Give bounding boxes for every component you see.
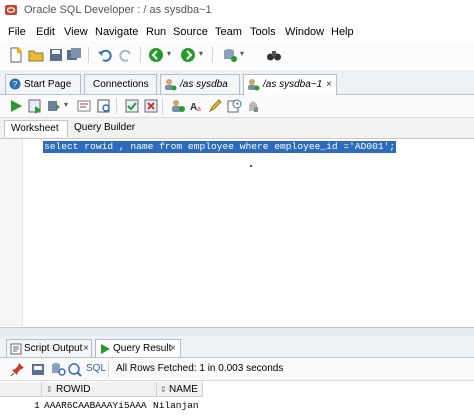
close-icon[interactable]: × [170,340,176,357]
tab-label: /as sysdba [180,79,228,90]
row-number: 1 [34,400,40,411]
save-all-icon[interactable] [66,47,82,63]
debug-icon[interactable] [245,98,261,114]
refresh-data-icon[interactable] [50,361,66,377]
binoculars-icon[interactable] [266,47,282,63]
mouse-cursor [250,165,252,167]
window-title: Oracle SQL Developer : / as sysdba~1 [24,4,212,16]
svg-text:a: a [197,106,201,113]
tab-label: Connections [93,79,149,90]
menu-run[interactable]: Run [146,26,166,38]
menu-file[interactable]: File [8,26,26,38]
cell-name[interactable]: Nilanjan [153,399,199,413]
sql-editor[interactable] [0,139,474,326]
back-icon[interactable] [148,47,164,63]
output-tab-bar: Script Output × Query Result × [0,336,474,358]
row-number-header [0,382,42,397]
menu-edit[interactable]: Edit [36,26,55,38]
clear-pencil-icon[interactable] [207,98,223,114]
play-icon [101,344,110,354]
main-toolbar: ▾ ▾ ▾ [0,42,474,68]
results-toolbar: SQL All Rows Fetched: 1 in 0.003 seconds [0,358,474,381]
explain-plan-icon[interactable] [76,98,92,114]
tab-as-sysdba-1[interactable]: /as sysdba~1 × [243,74,337,95]
column-header-name[interactable]: ⇕ NAME [157,382,203,397]
menu-help[interactable]: Help [331,26,354,38]
menu-navigate[interactable]: Navigate [95,26,138,38]
tab-as-sysdba[interactable]: /as sysdba [160,74,240,94]
chevron-down-icon[interactable]: ▾ [240,49,244,58]
commit-icon[interactable] [124,98,140,114]
db-user-icon [248,79,260,91]
sort-icon[interactable]: ⇕ [160,382,167,397]
toolbar-separator [88,47,89,63]
forward-icon[interactable] [180,47,196,63]
tab-query-result[interactable]: Query Result × [95,339,181,357]
svg-text:?: ? [13,80,18,89]
toolbar-separator [140,47,141,63]
menu-tools[interactable]: Tools [250,26,276,38]
tab-label: Start Page [24,79,72,90]
tab-connections[interactable]: Connections [84,74,157,94]
new-file-icon[interactable] [8,47,24,63]
tab-script-output[interactable]: Script Output × [6,339,92,357]
chevron-down-icon[interactable]: ▾ [167,49,171,58]
run-script-icon[interactable] [27,98,43,114]
menu-view[interactable]: View [64,26,88,38]
tab-label: Script Output [24,343,83,354]
editor-gutter [0,139,23,326]
db-user-icon [165,79,177,91]
sort-icon[interactable]: ⇕ [46,382,53,397]
script-output-icon [10,343,22,355]
worksheet-subtab-bar: Worksheet Query Builder [0,118,474,139]
tab-worksheet[interactable]: Worksheet [4,120,68,137]
close-icon[interactable]: × [83,340,89,357]
rollback-icon[interactable] [143,98,159,114]
menu-team[interactable]: Team [215,26,242,38]
column-header-label: ROWID [56,384,91,395]
redo-icon[interactable] [118,47,134,63]
open-folder-icon[interactable] [28,47,44,63]
sql-link[interactable]: SQL [86,363,106,374]
menu-window[interactable]: Window [285,26,324,38]
document-tab-bar: ? Start Page Connections /as sysdba /as … [0,70,474,95]
selected-sql-statement[interactable]: select rowid , name from employee where … [43,141,397,153]
menu-bar: File Edit View Navigate Run Source Team … [0,24,474,41]
unshared-worksheet-icon[interactable] [170,98,186,114]
chevron-down-icon[interactable]: ▾ [64,100,68,109]
sql-icon[interactable] [68,361,84,377]
column-header-rowid[interactable]: ⇕ ROWID [42,382,157,397]
toolbar-separator [108,361,109,377]
tab-label: /as sysdba~1 [263,79,323,90]
sql-tuning-icon[interactable] [96,98,112,114]
worksheet-toolbar: ▾ Aa [0,95,474,118]
undo-icon[interactable] [97,47,113,63]
autotrace-icon[interactable] [46,98,62,114]
export-icon[interactable] [30,361,46,377]
toolbar-separator [162,98,163,114]
tab-query-builder[interactable]: Query Builder [68,120,148,137]
menu-source[interactable]: Source [173,26,208,38]
tab-start-page[interactable]: ? Start Page [5,74,81,94]
title-bar: Oracle SQL Developer : / as sysdba~1 [0,0,474,22]
column-header-label: NAME [169,384,198,395]
cell-rowid[interactable]: AAAR6CAABAAAYi5AAA [44,399,147,413]
fetch-status: All Rows Fetched: 1 in 0.003 seconds [116,363,284,374]
close-icon[interactable]: × [326,75,332,94]
chevron-down-icon[interactable]: ▾ [199,49,203,58]
help-circle-icon: ? [9,78,21,90]
toolbar-separator [212,47,213,63]
db-connection-icon[interactable] [222,47,238,63]
save-icon[interactable] [48,47,64,63]
pin-icon[interactable] [10,361,26,377]
uppercase-icon[interactable]: Aa [189,98,205,114]
tab-label: Query Result [113,343,172,354]
toolbar-separator [116,98,117,114]
run-statement-icon[interactable] [8,98,24,114]
sql-history-icon[interactable] [226,98,242,114]
oracle-sql-developer-icon [5,5,17,15]
